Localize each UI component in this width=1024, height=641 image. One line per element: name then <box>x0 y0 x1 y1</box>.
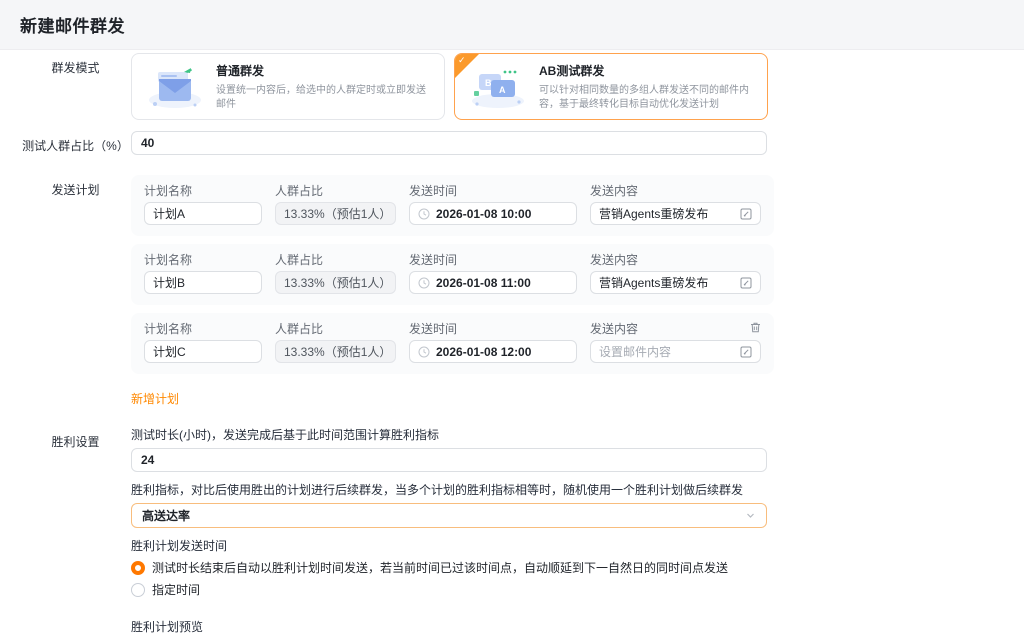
clock-icon <box>418 208 430 220</box>
mode-card-normal[interactable]: 普通群发 设置统一内容后，给选中的人群定时或立即发送邮件 <box>131 53 445 120</box>
edit-icon[interactable] <box>740 346 752 358</box>
svg-text:A: A <box>499 85 506 95</box>
delete-plan-icon[interactable] <box>749 321 762 339</box>
test-ratio-label: 测试人群占比（%） <box>20 131 131 155</box>
plan-c-time-value: 2026-01-08 12:00 <box>436 345 531 359</box>
plan-b-name-input[interactable] <box>144 271 262 294</box>
mode-ab-title: AB测试群发 <box>539 62 755 79</box>
radio-auto-send-label: 测试时长结束后自动以胜利计划时间发送，若当前时间已过该时间点，自动顺延到下一自然… <box>152 561 728 576</box>
plan-c-content-field[interactable]: 设置邮件内容 <box>590 340 761 363</box>
mode-row: 群发模式 普通群发 <box>20 53 1024 120</box>
edit-icon[interactable] <box>740 208 752 220</box>
mode-normal-desc: 设置统一内容后，给选中的人群定时或立即发送邮件 <box>216 84 432 112</box>
edit-icon[interactable] <box>740 277 752 289</box>
plan-content-header: 发送内容 <box>590 252 761 268</box>
clock-icon <box>418 346 430 358</box>
radio-specified-time-label: 指定时间 <box>152 583 200 598</box>
win-metric-value: 高送达率 <box>142 507 745 524</box>
win-metric-label: 胜利指标，对比后使用胜出的计划进行后续群发，当多个计划的胜利指标相等时，随机使用… <box>131 482 1024 498</box>
plans-row: 发送计划 计划名称 人群占比 发送时间 2026-01-08 10:00 <box>20 175 1024 408</box>
plan-content-header: 发送内容 <box>590 183 761 199</box>
mode-ab-desc: 可以针对相同数量的多组人群发送不同的邮件内容，基于最终转化目标自动优化发送计划 <box>539 84 755 112</box>
plan-name-header: 计划名称 <box>144 321 262 337</box>
svg-text:B: B <box>485 78 492 88</box>
mode-label: 群发模式 <box>20 53 131 120</box>
plan-content-header: 发送内容 <box>590 321 761 337</box>
clock-icon <box>418 277 430 289</box>
plan-a-content-field[interactable]: 营销Agents重磅发布 <box>590 202 761 225</box>
radio-unselected-icon[interactable] <box>131 583 145 597</box>
plan-card-b: 计划名称 人群占比 发送时间 2026-01-08 11:00 发送内容 <box>131 244 774 305</box>
plan-name-header: 计划名称 <box>144 252 262 268</box>
radio-selected-icon[interactable] <box>131 561 145 575</box>
plan-b-time-picker[interactable]: 2026-01-08 11:00 <box>409 271 577 294</box>
plan-ratio-header: 人群占比 <box>275 321 396 337</box>
test-ratio-input[interactable] <box>131 131 767 155</box>
test-duration-label: 测试时长(小时)，发送完成后基于此时间范围计算胜利指标 <box>131 427 1024 443</box>
plan-b-ratio-input <box>275 271 396 294</box>
chevron-down-icon <box>745 510 756 521</box>
plan-b-content-value: 营销Agents重磅发布 <box>599 274 734 291</box>
win-metric-select[interactable]: 高送达率 <box>131 503 767 528</box>
mode-normal-title: 普通群发 <box>216 62 432 79</box>
test-duration-input[interactable] <box>131 448 767 472</box>
plan-time-header: 发送时间 <box>409 183 577 199</box>
plan-ratio-header: 人群占比 <box>275 252 396 268</box>
plan-c-name-input[interactable] <box>144 340 262 363</box>
plan-time-header: 发送时间 <box>409 321 577 337</box>
win-settings-label: 胜利设置 <box>20 427 131 641</box>
plan-name-header: 计划名称 <box>144 183 262 199</box>
plan-card-a: 计划名称 人群占比 发送时间 2026-01-08 10:00 发送内容 <box>131 175 774 236</box>
normal-send-illustration-icon <box>146 64 204 110</box>
form-content: 群发模式 普通群发 <box>0 50 1024 641</box>
plan-b-content-field[interactable]: 营销Agents重磅发布 <box>590 271 761 294</box>
plan-c-ratio-input <box>275 340 396 363</box>
check-icon: ✓ <box>458 55 466 66</box>
plan-a-content-value: 营销Agents重磅发布 <box>599 205 734 222</box>
plan-ratio-header: 人群占比 <box>275 183 396 199</box>
plan-c-time-picker[interactable]: 2026-01-08 12:00 <box>409 340 577 363</box>
mode-card-ab-test[interactable]: ✓ B A AB测试群发 <box>454 53 768 120</box>
win-preview-label: 胜利计划预览 <box>131 619 1024 635</box>
add-plan-link[interactable]: 新增计划 <box>131 390 179 407</box>
page-title: 新建邮件群发 <box>20 12 125 37</box>
plan-card-c: 计划名称 人群占比 发送时间 2026-01-08 12:00 发送内容 <box>131 313 774 374</box>
page-header: 新建邮件群发 <box>0 0 1024 50</box>
win-send-time-label: 胜利计划发送时间 <box>131 538 1024 554</box>
plan-a-name-input[interactable] <box>144 202 262 225</box>
win-settings-row: 胜利设置 测试时长(小时)，发送完成后基于此时间范围计算胜利指标 胜利指标，对比… <box>20 427 1024 641</box>
plan-a-time-value: 2026-01-08 10:00 <box>436 207 531 221</box>
plan-c-content-placeholder: 设置邮件内容 <box>599 343 734 360</box>
radio-auto-send[interactable]: 测试时长结束后自动以胜利计划时间发送，若当前时间已过该时间点，自动顺延到下一自然… <box>131 561 1024 576</box>
test-ratio-row: 测试人群占比（%） <box>20 131 1024 155</box>
plan-a-ratio-input <box>275 202 396 225</box>
radio-specified-time[interactable]: 指定时间 <box>131 583 1024 598</box>
plans-label: 发送计划 <box>20 175 131 408</box>
plan-b-time-value: 2026-01-08 11:00 <box>436 276 531 290</box>
plan-time-header: 发送时间 <box>409 252 577 268</box>
plan-a-time-picker[interactable]: 2026-01-08 10:00 <box>409 202 577 225</box>
